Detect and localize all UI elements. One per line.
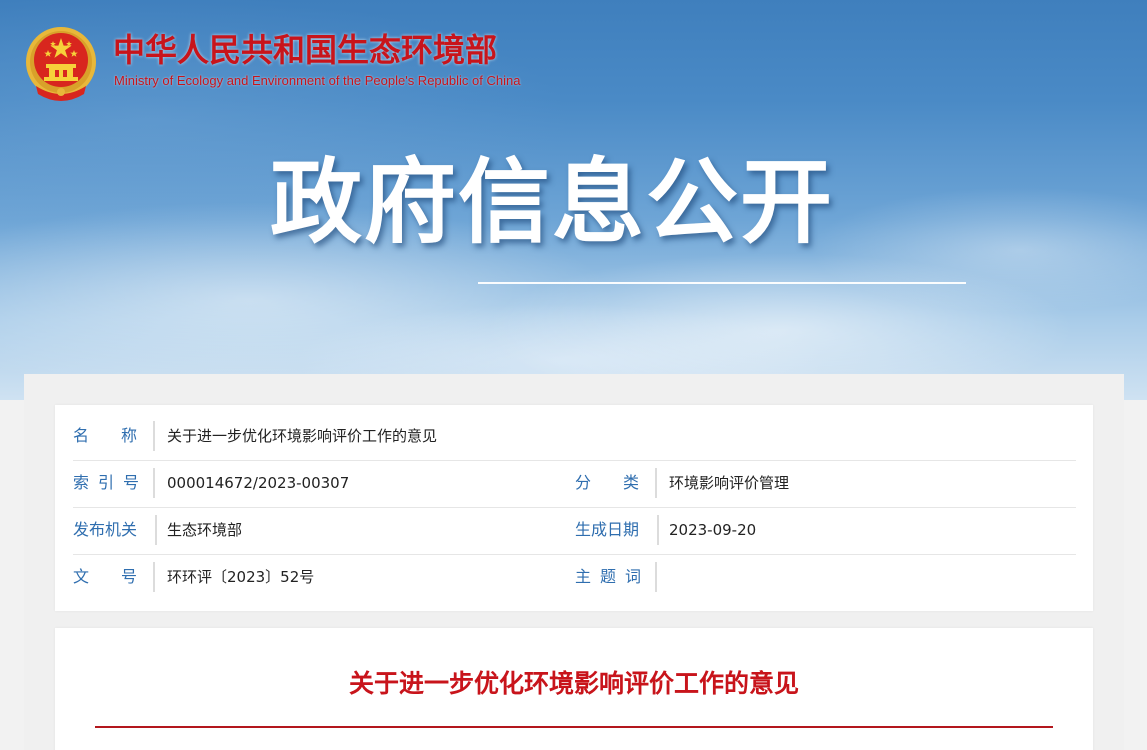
info-row-docno: 文 号 环环评〔2023〕52号 主 题 词 xyxy=(73,554,1076,601)
article-title-divider xyxy=(95,726,1053,728)
doc-no-label: 文 号 xyxy=(73,562,155,592)
article-title: 关于进一步优化环境影响评价工作的意见 xyxy=(348,669,799,698)
category-value: 环境影响评价管理 xyxy=(669,474,790,492)
date-value: 2023-09-20 xyxy=(669,521,757,539)
doc-no-value: 环环评〔2023〕52号 xyxy=(167,568,315,586)
article-card: 关于进一步优化环境影响评价工作的意见 xyxy=(55,628,1093,750)
banner-title-underline xyxy=(478,282,966,284)
header-banner: 中华人民共和国生态环境部 Ministry of Ecology and Env… xyxy=(0,0,1147,400)
issuer-label: 发布机关 xyxy=(73,515,157,545)
document-info-table: 名 称 关于进一步优化环境影响评价工作的意见 索 引 号 000014672/2… xyxy=(55,405,1093,611)
info-row-index: 索 引 号 000014672/2023-00307 分 类 环境影响评价管理 xyxy=(73,460,1076,508)
name-value: 关于进一步优化环境影响评价工作的意见 xyxy=(167,427,438,445)
keywords-label: 主 题 词 xyxy=(575,562,657,592)
date-label: 生成日期 xyxy=(575,515,659,545)
info-row-name: 名 称 关于进一步优化环境影响评价工作的意见 xyxy=(73,413,1076,461)
index-no-value: 000014672/2023-00307 xyxy=(167,474,350,492)
name-label: 名 称 xyxy=(73,421,155,451)
national-emblem-icon[interactable] xyxy=(24,24,98,104)
main-panel: 名 称 关于进一步优化环境影响评价工作的意见 索 引 号 000014672/2… xyxy=(24,374,1124,750)
category-label: 分 类 xyxy=(575,468,657,498)
ministry-name-en[interactable]: Ministry of Ecology and Environment of t… xyxy=(114,73,520,88)
issuer-value: 生态环境部 xyxy=(167,521,243,539)
ministry-name-cn[interactable]: 中华人民共和国生态环境部 xyxy=(113,30,497,70)
info-row-issuer: 发布机关 生态环境部 生成日期 2023-09-20 xyxy=(73,507,1076,555)
banner-title: 政府信息公开 xyxy=(270,149,835,256)
index-no-label: 索 引 号 xyxy=(73,468,155,498)
